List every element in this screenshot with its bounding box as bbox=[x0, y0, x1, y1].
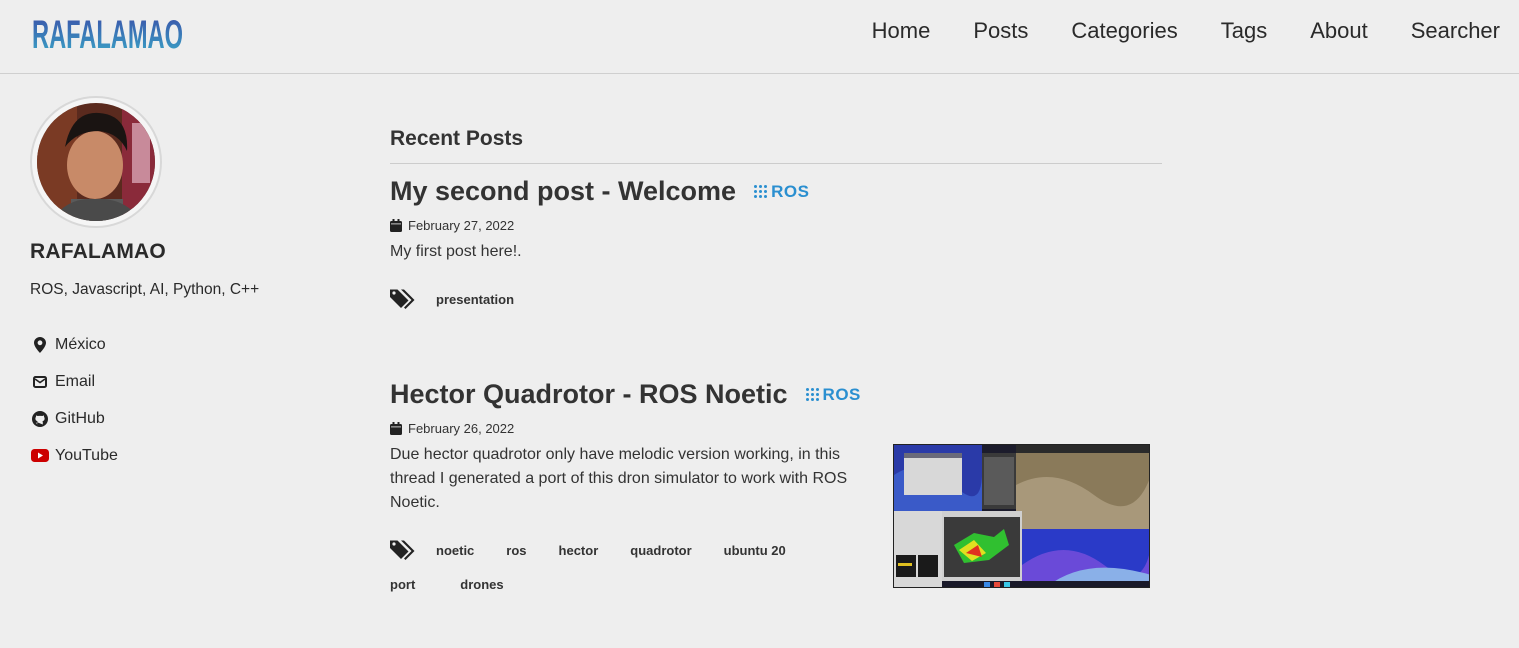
tags-icon bbox=[390, 539, 418, 561]
map-marker-icon bbox=[30, 335, 50, 355]
ros-badge-label: ROS bbox=[771, 181, 810, 201]
tag-link[interactable]: presentation bbox=[436, 292, 514, 307]
author-avatar bbox=[30, 96, 162, 228]
post-card: My second post - Welcome ROS February 27… bbox=[390, 176, 1162, 310]
post-tags: presentation bbox=[390, 288, 1162, 310]
post-title[interactable]: My second post - Welcome bbox=[390, 176, 736, 207]
site-header: RAFALAMAO Home Posts Categories Tags Abo… bbox=[0, 0, 1519, 74]
tag-link[interactable]: ros bbox=[506, 543, 526, 558]
calendar-icon bbox=[390, 219, 402, 232]
link-youtube[interactable]: YouTube bbox=[30, 437, 118, 474]
nav-posts[interactable]: Posts bbox=[973, 18, 1028, 44]
tag-link[interactable]: port bbox=[390, 577, 415, 592]
post-thumbnail[interactable] bbox=[893, 444, 1150, 588]
link-location-label: México bbox=[55, 335, 106, 353]
section-title: Recent Posts bbox=[390, 127, 524, 150]
ros-logo-icon bbox=[805, 388, 819, 401]
link-youtube-label: YouTube bbox=[55, 446, 118, 464]
nav-tags[interactable]: Tags bbox=[1221, 18, 1267, 44]
youtube-icon bbox=[30, 446, 50, 466]
section-divider bbox=[390, 163, 1162, 164]
link-github[interactable]: GitHub bbox=[30, 400, 118, 437]
nav-home[interactable]: Home bbox=[872, 18, 931, 44]
post-date: February 27, 2022 bbox=[390, 218, 1162, 233]
post-excerpt: My first post here!. bbox=[390, 243, 522, 260]
envelope-icon bbox=[30, 372, 50, 392]
ros-badge-label: ROS bbox=[822, 384, 861, 404]
link-email[interactable]: Email bbox=[30, 363, 118, 400]
post-excerpt: Due hector quadrotor only have melodic v… bbox=[390, 446, 848, 511]
link-location[interactable]: México bbox=[30, 326, 118, 363]
github-icon bbox=[30, 409, 50, 429]
post-title-row: My second post - Welcome ROS bbox=[390, 176, 1162, 207]
post-title[interactable]: Hector Quadrotor - ROS Noetic bbox=[390, 379, 788, 410]
svg-text:RAFALAMAO: RAFALAMAO bbox=[32, 13, 183, 52]
post-date-text: February 26, 2022 bbox=[408, 421, 515, 436]
main-nav: Home Posts Categories Tags About Searche… bbox=[829, 18, 1500, 44]
tag-link[interactable]: quadrotor bbox=[630, 543, 691, 558]
nav-searcher[interactable]: Searcher bbox=[1411, 18, 1500, 44]
ros-badge: ROS bbox=[754, 182, 809, 202]
calendar-icon bbox=[390, 422, 402, 435]
nav-categories[interactable]: Categories bbox=[1071, 18, 1177, 44]
tag-link[interactable]: hector bbox=[559, 543, 599, 558]
author-bio: ROS, Javascript, AI, Python, C++ bbox=[30, 281, 260, 298]
site-logo[interactable]: RAFALAMAO bbox=[32, 8, 184, 52]
link-email-label: Email bbox=[55, 372, 96, 390]
tag-link[interactable]: ubuntu 20 bbox=[724, 543, 786, 558]
tag-link[interactable]: noetic bbox=[436, 543, 474, 558]
link-github-label: GitHub bbox=[55, 409, 105, 427]
ros-badge: ROS bbox=[805, 384, 861, 405]
post-title-row: Hector Quadrotor - ROS Noetic ROS bbox=[390, 379, 1162, 410]
tags-icon bbox=[390, 288, 418, 310]
post-date-text: February 27, 2022 bbox=[408, 218, 515, 233]
post-tags: noetic ros hector quadrotor ubuntu 20 po… bbox=[390, 539, 870, 592]
post-date: February 26, 2022 bbox=[390, 421, 1162, 436]
author-name: RAFALAMAO bbox=[30, 240, 166, 263]
tag-link[interactable]: drones bbox=[460, 577, 503, 592]
author-links: México Email GitHub YouTube bbox=[30, 326, 118, 474]
nav-about[interactable]: About bbox=[1310, 18, 1368, 44]
ros-logo-icon bbox=[754, 185, 768, 198]
